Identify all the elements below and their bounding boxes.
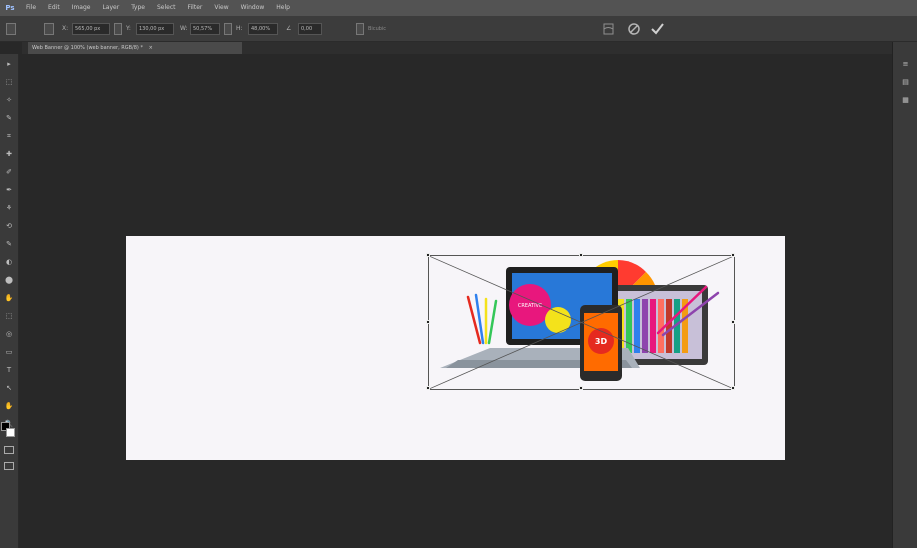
handle-top-center[interactable] [579,253,583,257]
y-label: Y: [126,25,131,32]
tools-panel: ▸ ⬚ ✧ ✎ ⌗ ✚ ✐ ✒ ⚘ ⟲ ✎ ◐ ⬤ ✋ ⬚ ◎ ▭ T ↖ ✋ … [0,54,19,548]
warp-mode-icon[interactable] [603,23,614,35]
lasso-tool-icon[interactable]: ✧ [4,96,14,104]
handle-bottom-right[interactable] [731,386,735,390]
transform-bounding-box[interactable] [426,253,735,390]
pen-tool-icon[interactable]: ⬚ [4,312,14,320]
right-panel-dock: ≡ ▤ ▦ [892,42,917,548]
menu-view[interactable]: View [208,0,234,16]
hand-tool-icon[interactable]: ✋ [4,402,14,410]
quick-mask-icon[interactable] [4,446,14,454]
options-bar: X: 565,00 px Y: 130,00 px W: 50,57% H: 4… [0,17,917,42]
w-label: W: [180,25,188,32]
panel-menu-icon[interactable]: ≡ [901,60,910,69]
menu-layer[interactable]: Layer [96,0,125,16]
background-color-swatch[interactable] [6,428,15,437]
handle-top-right[interactable] [731,253,735,257]
clone-stamp-tool-icon[interactable]: ⚘ [4,204,14,212]
document-tab-label: Web Banner @ 100% (web banner, RGB/8) * [32,45,143,51]
tool-preset-icon[interactable] [6,23,16,35]
layers-panel-icon[interactable]: ▤ [901,78,910,87]
menu-window[interactable]: Window [235,0,271,16]
smudge-tool-icon[interactable]: ✋ [4,294,14,302]
marquee-tool-icon[interactable]: ⬚ [4,78,14,86]
brush-tool-icon[interactable]: ✒ [4,186,14,194]
dodge-tool-icon[interactable]: ⬤ [4,276,14,284]
gradient-tool-icon[interactable]: ◐ [4,258,14,266]
channels-panel-icon[interactable]: ▦ [901,96,910,105]
menu-help[interactable]: Help [270,0,296,16]
ellipse-tool-icon[interactable]: ◎ [4,330,14,338]
quick-select-tool-icon[interactable]: ✎ [4,114,14,122]
document-tab[interactable]: Web Banner @ 100% (web banner, RGB/8) * … [28,42,242,54]
shape-tool-icon[interactable]: ▭ [4,348,14,356]
healing-brush-tool-icon[interactable]: ✐ [4,168,14,176]
x-label: X: [62,25,69,32]
h-label: H: [236,25,243,32]
handle-bottom-left[interactable] [426,386,430,390]
screen-mode-icon[interactable] [4,462,14,470]
link-icon[interactable] [224,23,232,35]
eyedropper-tool-icon[interactable]: ✚ [4,150,14,158]
angle-field[interactable]: 0,00 [298,23,322,35]
y-position-field[interactable]: 130,00 px [136,23,174,35]
menu-image[interactable]: Image [66,0,97,16]
interpolation-icon [356,23,364,35]
move-tool-icon[interactable]: ▸ [4,60,14,68]
width-field[interactable]: 50,57% [190,23,220,35]
history-brush-tool-icon[interactable]: ⟲ [4,222,14,230]
menu-bar: Ps File Edit Image Layer Type Select Fil… [0,0,917,17]
handle-bottom-center[interactable] [579,386,583,390]
handle-middle-left[interactable] [426,320,430,324]
eraser-tool-icon[interactable]: ✎ [4,240,14,248]
commit-controls [603,23,664,35]
menu-file[interactable]: File [20,0,42,16]
menu-type[interactable]: Type [125,0,151,16]
handle-middle-right[interactable] [731,320,735,324]
crop-tool-icon[interactable]: ⌗ [4,132,14,140]
angle-icon: ∠ [286,25,292,32]
type-tool-icon[interactable]: T [4,366,14,374]
menu-filter[interactable]: Filter [182,0,209,16]
cancel-transform-icon[interactable] [628,23,640,35]
path-select-tool-icon[interactable]: ↖ [4,384,14,392]
commit-transform-icon[interactable] [651,23,664,35]
photoshop-logo: Ps [5,4,15,12]
handle-top-left[interactable] [426,253,430,257]
reference-point-icon[interactable] [44,23,54,35]
x-position-field[interactable]: 565,00 px [72,23,110,35]
menu-edit[interactable]: Edit [42,0,66,16]
close-tab-icon[interactable]: × [149,45,153,51]
document-tab-row: Web Banner @ 100% (web banner, RGB/8) * … [22,42,892,54]
menu-select[interactable]: Select [151,0,182,16]
interpolation-select[interactable]: Bicubic [368,24,386,34]
relative-position-icon[interactable] [114,23,122,35]
transform-diagonals [429,256,734,389]
height-field[interactable]: 48,00% [248,23,278,35]
